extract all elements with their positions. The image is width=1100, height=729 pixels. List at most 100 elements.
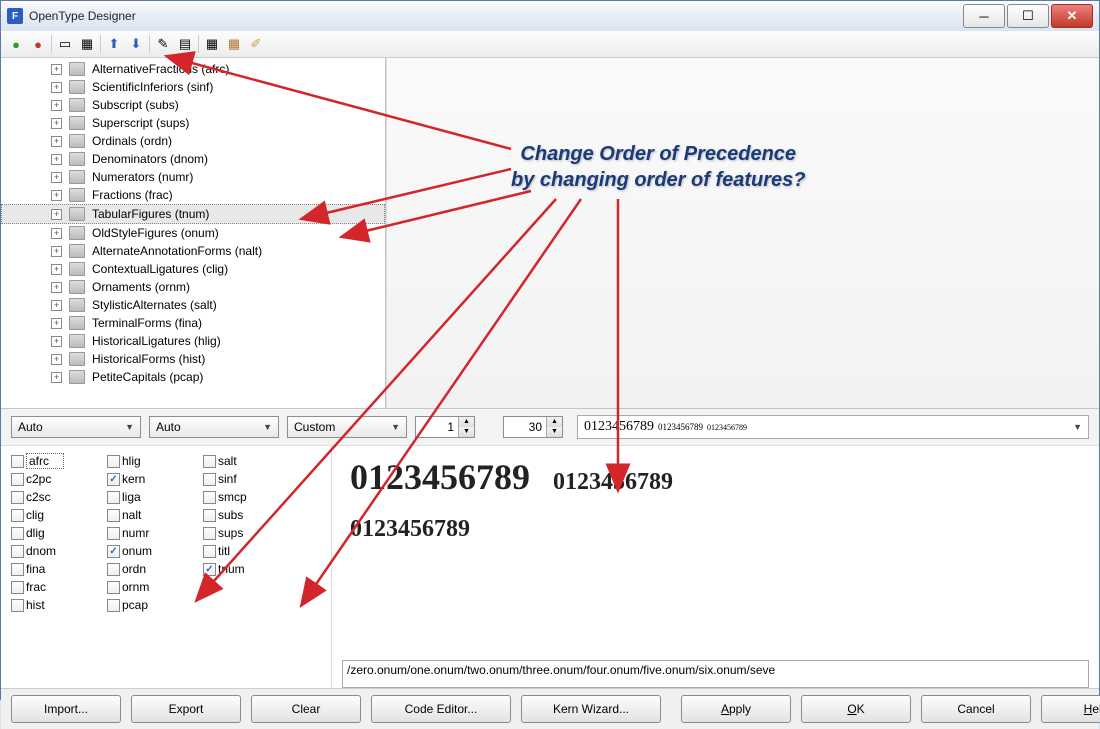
tree-item[interactable]: +PetiteCapitals (pcap) — [1, 368, 385, 386]
minimize-button[interactable]: ─ — [963, 4, 1005, 28]
feature-checkbox-smcp[interactable]: smcp — [203, 490, 299, 504]
checkbox-icon[interactable] — [11, 581, 24, 594]
tool-icon-2[interactable]: ▦ — [78, 35, 96, 53]
tree-item[interactable]: +StylisticAlternates (salt) — [1, 296, 385, 314]
checkbox-icon[interactable] — [107, 563, 120, 576]
move-up-icon[interactable]: ⬆ — [105, 35, 123, 53]
checkbox-icon[interactable] — [11, 455, 24, 468]
feature-checkbox-frac[interactable]: frac — [11, 580, 107, 594]
tree-item[interactable]: +TabularFigures (tnum) — [1, 204, 385, 224]
expand-icon[interactable]: + — [51, 190, 62, 201]
feature-checkbox-dlig[interactable]: dlig — [11, 526, 107, 540]
feature-checkbox-tnum[interactable]: tnum — [203, 562, 299, 576]
glyph-sequence[interactable]: /zero.onum/one.onum/two.onum/three.onum/… — [342, 660, 1089, 688]
expand-icon[interactable]: + — [51, 336, 62, 347]
checkbox-icon[interactable] — [11, 509, 24, 522]
expand-icon[interactable]: + — [51, 64, 62, 75]
ok-button[interactable]: OK — [801, 695, 911, 723]
feature-tree[interactable]: +AlternativeFractions (afrc)+ScientificI… — [1, 58, 386, 408]
tree-item[interactable]: +ContextualLigatures (clig) — [1, 260, 385, 278]
import-button[interactable]: Import... — [11, 695, 121, 723]
checkbox-icon[interactable] — [107, 455, 120, 468]
apply-button[interactable]: Apply — [681, 695, 791, 723]
tree-item[interactable]: +ScientificInferiors (sinf) — [1, 78, 385, 96]
feature-checkbox-numr[interactable]: numr — [107, 526, 203, 540]
expand-icon[interactable]: + — [51, 82, 62, 93]
feature-checkbox-afrc[interactable]: afrc — [11, 453, 107, 469]
checkbox-icon[interactable] — [107, 545, 120, 558]
feature-checkbox-subs[interactable]: subs — [203, 508, 299, 522]
tree-item[interactable]: +Denominators (dnom) — [1, 150, 385, 168]
tree-item[interactable]: +Subscript (subs) — [1, 96, 385, 114]
checkbox-icon[interactable] — [203, 491, 216, 504]
expand-icon[interactable]: + — [51, 228, 62, 239]
checkbox-icon[interactable] — [203, 563, 216, 576]
expand-icon[interactable]: + — [51, 209, 62, 220]
checkbox-icon[interactable] — [11, 599, 24, 612]
checkbox-icon[interactable] — [107, 581, 120, 594]
checkbox-icon[interactable] — [203, 473, 216, 486]
tree-item[interactable]: +Numerators (numr) — [1, 168, 385, 186]
feature-checkbox-sups[interactable]: sups — [203, 526, 299, 540]
feature-checkbox-ordn[interactable]: ordn — [107, 562, 203, 576]
tree-item[interactable]: +TerminalForms (fina) — [1, 314, 385, 332]
tool-icon-6[interactable]: ▦ — [225, 35, 243, 53]
feature-checkbox-ornm[interactable]: ornm — [107, 580, 203, 594]
feature-checkbox-liga[interactable]: liga — [107, 490, 203, 504]
checkbox-icon[interactable] — [107, 473, 120, 486]
tool-icon-3[interactable]: ✎ — [154, 35, 172, 53]
tool-icon-4[interactable]: ▤ — [176, 35, 194, 53]
expand-icon[interactable]: + — [51, 282, 62, 293]
feature-checkbox-onum[interactable]: onum — [107, 544, 203, 558]
spinner-size-input[interactable] — [504, 419, 546, 435]
expand-icon[interactable]: + — [51, 136, 62, 147]
feature-checkbox-salt[interactable]: salt — [203, 454, 299, 468]
tree-item[interactable]: +AlternateAnnotationForms (nalt) — [1, 242, 385, 260]
checkbox-icon[interactable] — [107, 509, 120, 522]
expand-icon[interactable]: + — [51, 118, 62, 129]
tool-icon-1[interactable]: ▭ — [56, 35, 74, 53]
expand-icon[interactable]: + — [51, 318, 62, 329]
add-icon[interactable]: ● — [7, 35, 25, 53]
export-button[interactable]: Export — [131, 695, 241, 723]
clear-button[interactable]: Clear — [251, 695, 361, 723]
feature-checkbox-clig[interactable]: clig — [11, 508, 107, 522]
expand-icon[interactable]: + — [51, 246, 62, 257]
checkbox-icon[interactable] — [107, 599, 120, 612]
expand-icon[interactable]: + — [51, 154, 62, 165]
tree-item[interactable]: +Superscript (sups) — [1, 114, 385, 132]
checkbox-icon[interactable] — [11, 527, 24, 540]
tree-item[interactable]: +HistoricalForms (hist) — [1, 350, 385, 368]
feature-checkbox-dnom[interactable]: dnom — [11, 544, 107, 558]
combo-language[interactable]: Auto▼ — [149, 416, 279, 438]
feature-checkbox-hist[interactable]: hist — [11, 598, 107, 612]
feature-checkbox-fina[interactable]: fina — [11, 562, 107, 576]
feature-checkbox-pcap[interactable]: pcap — [107, 598, 203, 612]
expand-icon[interactable]: + — [51, 300, 62, 311]
feature-checkbox-titl[interactable]: titl — [203, 544, 299, 558]
checkbox-icon[interactable] — [203, 509, 216, 522]
move-down-icon[interactable]: ⬇ — [127, 35, 145, 53]
checkbox-icon[interactable] — [11, 473, 24, 486]
preview-input[interactable]: 0123456789 0123456789 0123456789 ▼ — [577, 415, 1089, 439]
feature-checkbox-hlig[interactable]: hlig — [107, 454, 203, 468]
tool-icon-5[interactable]: ▦ — [203, 35, 221, 53]
feature-checkbox-kern[interactable]: kern — [107, 472, 203, 486]
combo-mode[interactable]: Custom▼ — [287, 416, 407, 438]
checkbox-icon[interactable] — [203, 527, 216, 540]
checkbox-icon[interactable] — [107, 527, 120, 540]
expand-icon[interactable]: + — [51, 100, 62, 111]
checkbox-icon[interactable] — [11, 545, 24, 558]
spinner-1[interactable]: ▲▼ — [415, 416, 475, 438]
checkbox-icon[interactable] — [203, 545, 216, 558]
brush-icon[interactable]: ✐ — [247, 35, 265, 53]
expand-icon[interactable]: + — [51, 372, 62, 383]
maximize-button[interactable]: ☐ — [1007, 4, 1049, 28]
checkbox-icon[interactable] — [11, 563, 24, 576]
kern-wizard-button[interactable]: Kern Wizard... — [521, 695, 661, 723]
tree-item[interactable]: +AlternativeFractions (afrc) — [1, 60, 385, 78]
help-button[interactable]: Help — [1041, 695, 1100, 723]
checkbox-icon[interactable] — [203, 455, 216, 468]
expand-icon[interactable]: + — [51, 264, 62, 275]
checkbox-icon[interactable] — [11, 491, 24, 504]
